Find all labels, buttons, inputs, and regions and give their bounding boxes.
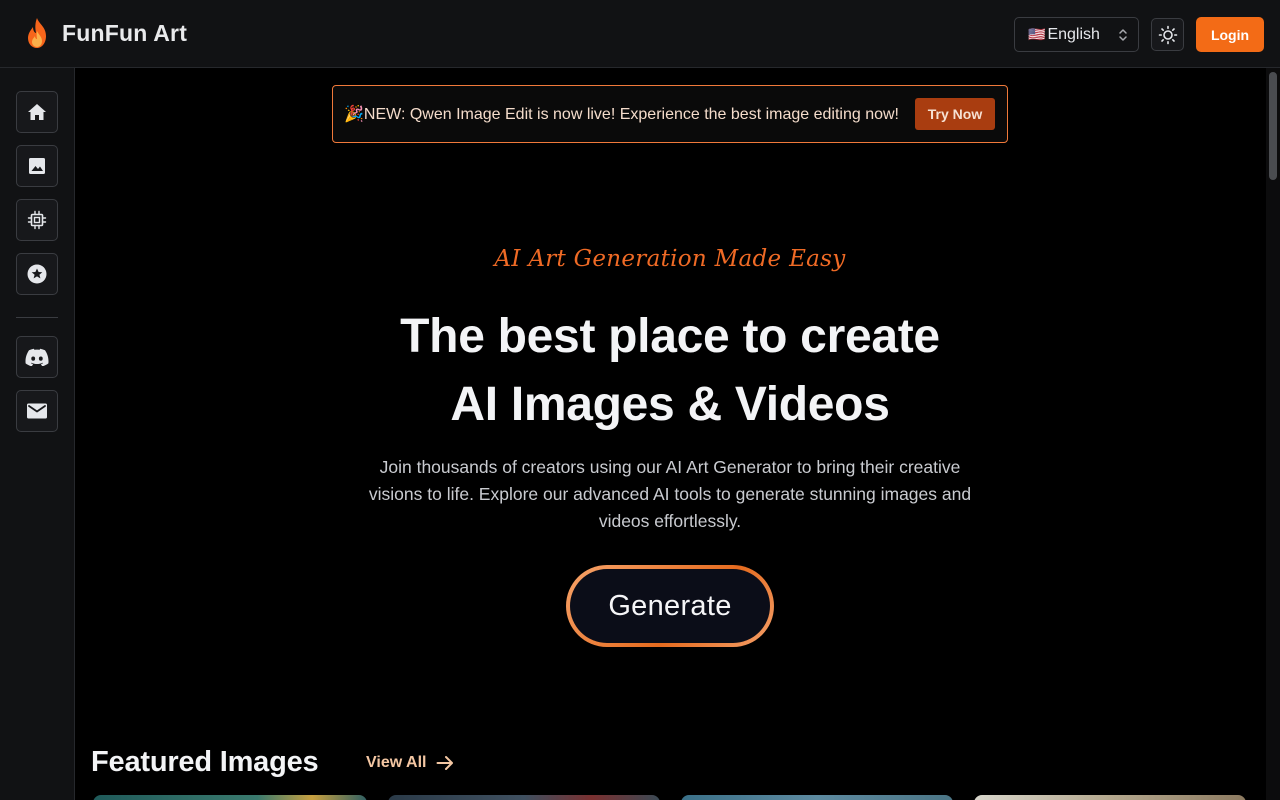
brand-link[interactable]: FunFun Art xyxy=(24,17,187,49)
featured-image-card[interactable] xyxy=(974,795,1246,800)
sidebar-item-home[interactable] xyxy=(16,91,58,133)
hero-subtitle: Join thousands of creators using our AI … xyxy=(368,457,972,531)
mail-icon xyxy=(27,403,47,419)
arrow-right-icon xyxy=(436,756,454,770)
star-icon xyxy=(27,264,47,284)
chevron-up-down-icon xyxy=(1119,28,1127,41)
chip-icon xyxy=(27,210,47,230)
flame-icon xyxy=(28,18,46,48)
featured-image-card[interactable] xyxy=(681,795,953,800)
view-all-label: View All xyxy=(366,754,427,771)
flag-icon: 🇺🇸 xyxy=(1028,26,1046,42)
generate-button[interactable]: Generate xyxy=(566,565,774,647)
sidebar-divider xyxy=(16,317,58,318)
try-now-button[interactable]: Try Now xyxy=(915,98,995,130)
language-select[interactable]: 🇺🇸 English xyxy=(1014,17,1139,52)
hero-tagline: AI Art Generation Made Easy xyxy=(494,246,846,272)
home-icon xyxy=(28,104,46,120)
party-icon: 🎉 xyxy=(344,106,364,123)
discord-icon xyxy=(25,348,49,366)
sidebar-item-images[interactable] xyxy=(16,145,58,187)
top-header: FunFun Art 🇺🇸 English Login xyxy=(0,0,1280,68)
scrollbar-thumb[interactable] xyxy=(1269,72,1277,180)
page-scrollbar[interactable] xyxy=(1266,68,1280,800)
language-label: English xyxy=(1047,25,1100,43)
login-button[interactable]: Login xyxy=(1196,17,1264,52)
view-all-link[interactable]: View All xyxy=(366,754,454,772)
theme-toggle-button[interactable] xyxy=(1151,18,1184,51)
hero-title-line1: The best place to create xyxy=(400,310,940,363)
featured-images-title: Featured Images xyxy=(91,746,319,778)
featured-image-card[interactable] xyxy=(93,795,367,800)
sun-icon xyxy=(1158,25,1177,44)
brand-name: FunFun Art xyxy=(62,19,188,46)
featured-image-card[interactable] xyxy=(388,795,660,800)
sidebar-item-favorites[interactable] xyxy=(16,253,58,295)
image-icon xyxy=(29,158,45,174)
hero-title-line2: AI Images & Videos xyxy=(450,378,890,431)
sidebar-item-contact[interactable] xyxy=(16,390,58,432)
sidebar xyxy=(0,68,75,800)
announcement-text: 🎉NEW: Qwen Image Edit is now live! Exper… xyxy=(344,106,899,123)
hero-title: The best place to create AI Images & Vid… xyxy=(300,303,1040,439)
generate-button-label: Generate xyxy=(570,569,770,643)
announcement-banner: 🎉NEW: Qwen Image Edit is now live! Exper… xyxy=(332,85,1008,143)
sidebar-item-discord[interactable] xyxy=(16,336,58,378)
sidebar-item-models[interactable] xyxy=(16,199,58,241)
